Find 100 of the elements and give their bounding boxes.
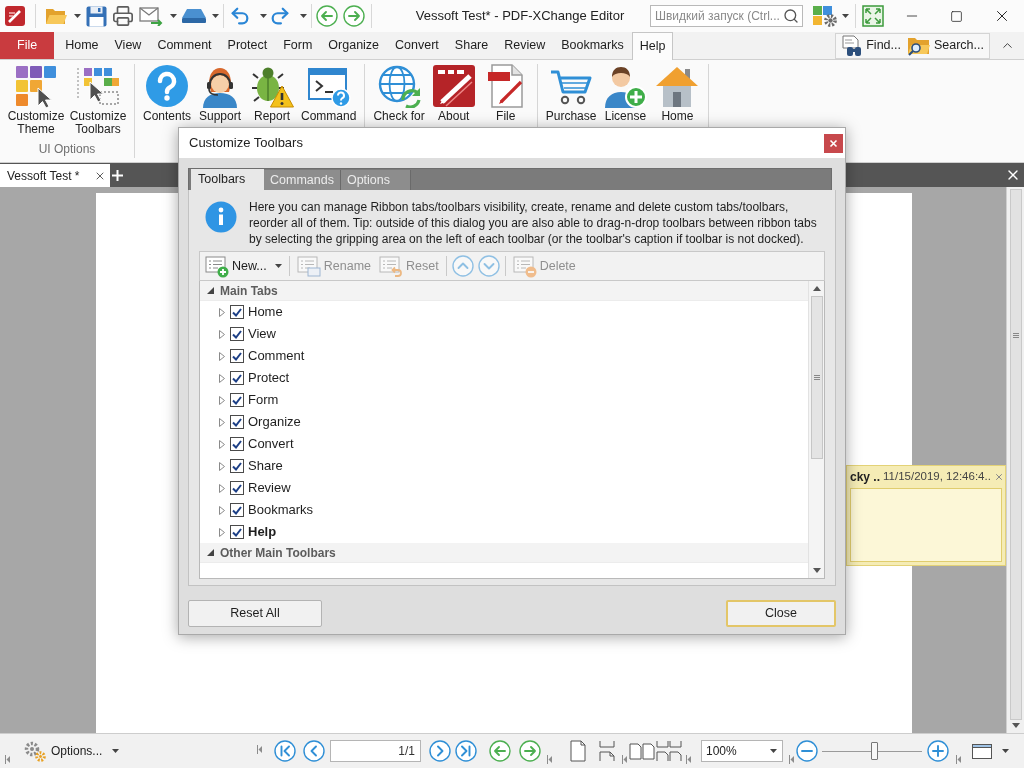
zoom-slider[interactable]: [822, 741, 922, 761]
tree-item-label[interactable]: Review: [248, 478, 291, 498]
caret-icon[interactable]: [1002, 749, 1009, 753]
fullscreen-icon[interactable]: [862, 5, 884, 27]
arrow-left-icon[interactable]: [316, 5, 338, 27]
dialog-tab[interactable]: Toolbars: [191, 169, 264, 190]
arrow-left-icon[interactable]: [489, 740, 511, 762]
reset-all-button[interactable]: Reset All: [188, 600, 322, 627]
zoom-dropdown[interactable]: 100%: [701, 740, 783, 762]
arrow-right-icon[interactable]: [343, 5, 365, 27]
grip-icon[interactable]: [956, 755, 961, 764]
note-text-field[interactable]: [850, 488, 1002, 562]
checkbox[interactable]: [230, 459, 244, 473]
printer-icon[interactable]: [112, 5, 134, 27]
checkbox[interactable]: [230, 415, 244, 429]
quick-launch-field[interactable]: Швидкий запуск (Ctrl...: [650, 5, 803, 27]
ribbon-tab[interactable]: Review: [496, 32, 554, 59]
scanner-icon[interactable]: [181, 8, 207, 24]
plus-icon[interactable]: [112, 170, 123, 181]
tree-item-label[interactable]: Bookmarks: [248, 500, 314, 520]
tree-item-label[interactable]: View: [248, 324, 276, 344]
find-button[interactable]: Find...: [839, 34, 903, 57]
document-tab[interactable]: Vessoft Test *: [0, 164, 110, 187]
arrow-down-icon[interactable]: [1011, 723, 1020, 728]
ribbon-button[interactable]: License: [599, 64, 652, 123]
zoom-out-icon[interactable]: [796, 740, 818, 762]
tree-item-label[interactable]: Home: [248, 302, 283, 322]
caret-icon[interactable]: [260, 14, 267, 18]
arrow-down-icon[interactable]: [812, 568, 821, 573]
close-button[interactable]: Close: [726, 600, 836, 627]
tree-item-label[interactable]: Protect: [248, 368, 290, 388]
two-pages-icon[interactable]: [629, 741, 655, 761]
slider-thumb[interactable]: [871, 742, 878, 760]
tree-item-label[interactable]: Organize: [248, 412, 301, 432]
caret-icon[interactable]: [212, 14, 219, 18]
search-icon[interactable]: [783, 8, 799, 24]
ribbon-tab[interactable]: Protect: [219, 32, 276, 59]
chevron-right-icon[interactable]: [429, 740, 451, 762]
caret-icon[interactable]: [300, 14, 307, 18]
redo-icon[interactable]: [269, 5, 291, 27]
checkbox[interactable]: [230, 371, 244, 385]
tree-item-label[interactable]: Share: [248, 456, 283, 476]
tree-item-label[interactable]: Form: [248, 390, 279, 410]
last-page-icon[interactable]: [455, 740, 477, 762]
ribbon-button[interactable]: Customize Toolbars: [67, 64, 129, 136]
undo-icon[interactable]: [229, 5, 251, 27]
triangle-icon[interactable]: [207, 549, 214, 556]
checkbox[interactable]: [230, 481, 244, 495]
ribbon-tab[interactable]: Form: [275, 32, 321, 59]
envelope-icon[interactable]: [139, 6, 163, 26]
arrow-up-icon[interactable]: [812, 286, 821, 291]
search-button[interactable]: Search...: [904, 34, 986, 57]
new-button[interactable]: New...: [203, 253, 284, 279]
checkbox[interactable]: [230, 503, 244, 517]
ribbon-button[interactable]: File: [479, 64, 532, 123]
checkbox[interactable]: [230, 393, 244, 407]
grip-icon[interactable]: [5, 755, 10, 764]
checkbox[interactable]: [230, 305, 244, 319]
arrow-right-icon[interactable]: [519, 740, 541, 762]
checkbox[interactable]: [230, 437, 244, 451]
scrollbar-thumb[interactable]: [810, 296, 823, 459]
split-pages-icon[interactable]: [598, 740, 616, 762]
tree-group-label[interactable]: Main Tabs: [220, 281, 278, 300]
checkbox[interactable]: [230, 525, 244, 539]
ribbon-button[interactable]: Support: [194, 64, 247, 123]
caret-icon[interactable]: [170, 14, 177, 18]
ribbon-tab[interactable]: View: [106, 32, 150, 59]
ribbon-tab[interactable]: Organize: [320, 32, 388, 59]
grip-icon[interactable]: [257, 744, 262, 754]
tree-item-label[interactable]: Convert: [248, 434, 294, 454]
ribbon-button[interactable]: About: [427, 64, 480, 123]
ribbon-button[interactable]: Home: [651, 64, 704, 123]
scrollbar-thumb[interactable]: [1009, 189, 1022, 720]
caret-icon[interactable]: [274, 264, 282, 268]
grip-icon[interactable]: [789, 755, 794, 764]
scrollbar[interactable]: [808, 281, 824, 578]
ribbon-button[interactable]: Command: [298, 64, 360, 123]
tree-item-label[interactable]: Comment: [248, 346, 305, 366]
caret-icon[interactable]: [842, 14, 849, 18]
caret-icon[interactable]: [112, 749, 120, 753]
app-logo-icon[interactable]: [4, 5, 26, 27]
ribbon-tab[interactable]: Bookmarks: [553, 32, 632, 59]
grip-icon[interactable]: [686, 755, 691, 764]
ribbon-tab[interactable]: Convert: [387, 32, 447, 59]
chevron-left-icon[interactable]: [303, 740, 325, 762]
gear-tiles-icon[interactable]: [812, 4, 838, 28]
grip-icon[interactable]: [622, 755, 627, 764]
ribbon-tab[interactable]: Help: [631, 32, 674, 60]
page-number-field[interactable]: 1/1: [330, 740, 421, 762]
tree-item-label[interactable]: Help: [248, 522, 277, 542]
page-icon[interactable]: [570, 740, 586, 762]
caret-icon[interactable]: [74, 14, 81, 18]
ribbon-button[interactable]: Customize Theme: [5, 64, 67, 136]
two-split-pages-icon[interactable]: [656, 740, 682, 762]
tree-group-label[interactable]: Other Main Toolbars: [220, 543, 336, 562]
ribbon-tab[interactable]: Comment: [149, 32, 220, 59]
checkbox[interactable]: [230, 327, 244, 341]
ribbon-button[interactable]: Purchase: [542, 64, 600, 123]
ribbon-tab[interactable]: Share: [446, 32, 497, 59]
file-menu-button[interactable]: File: [0, 32, 55, 59]
